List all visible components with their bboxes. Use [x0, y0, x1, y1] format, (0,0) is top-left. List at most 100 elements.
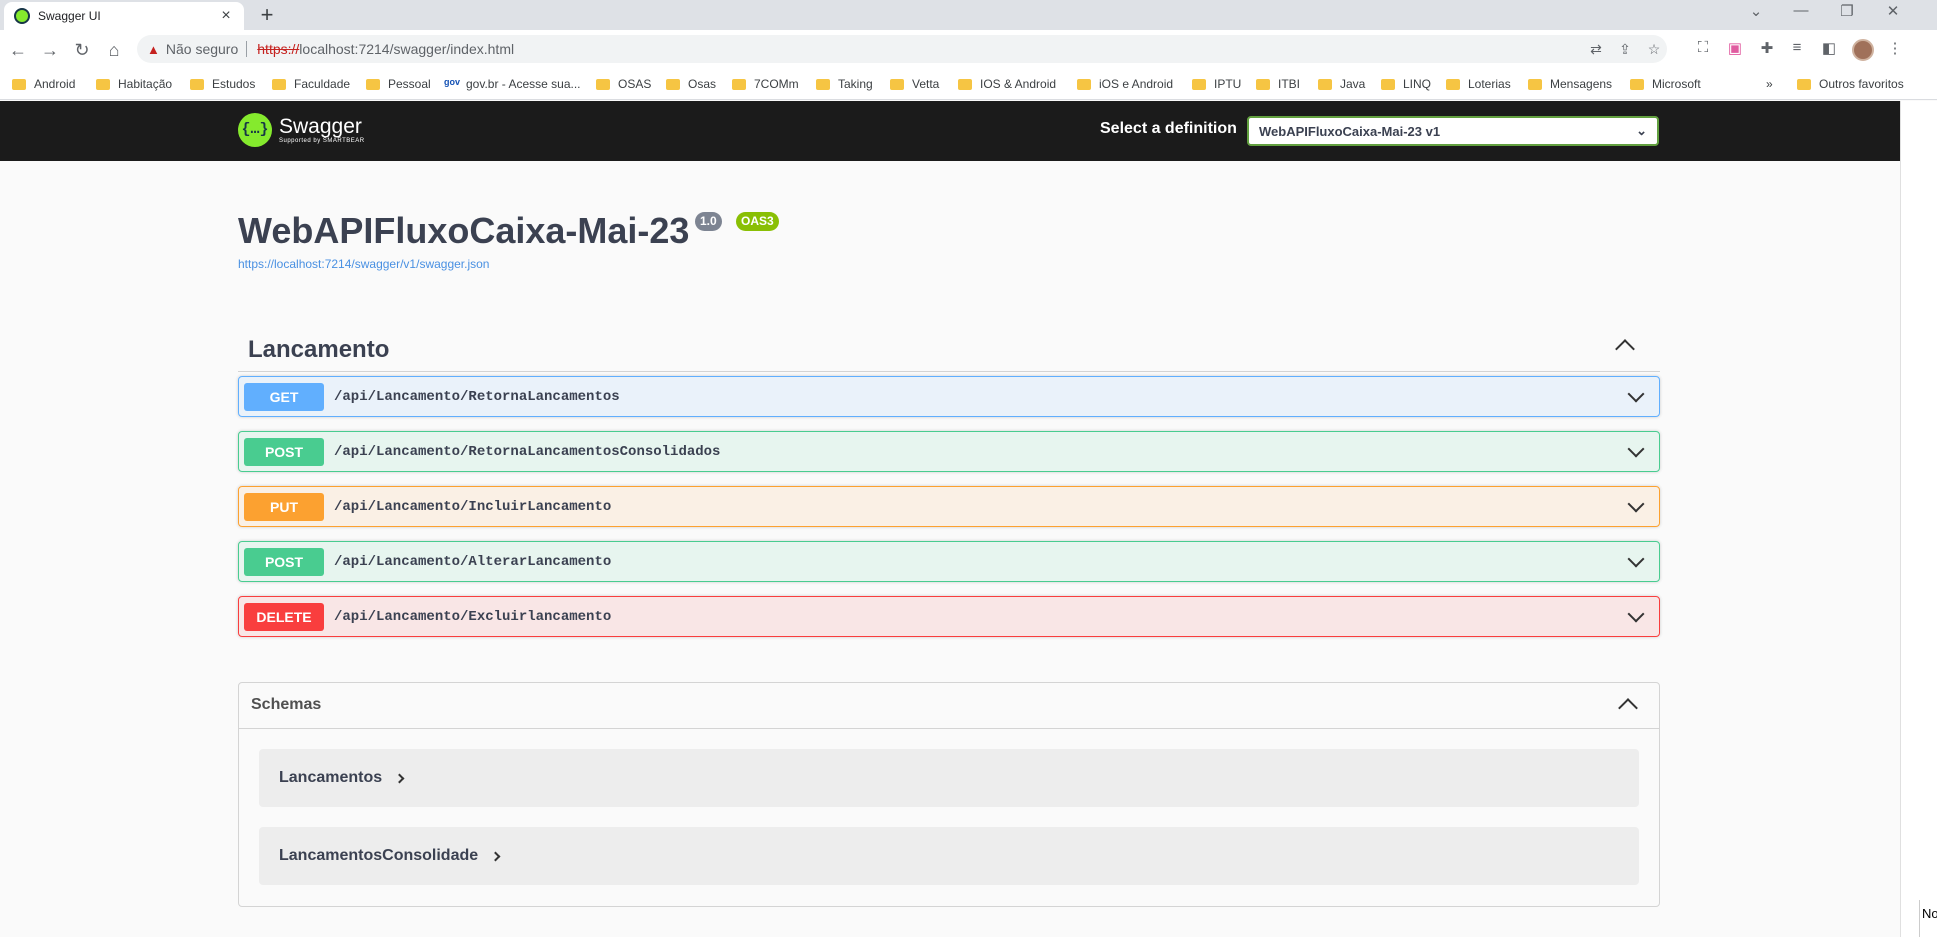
bookmark-label: iOS e Android: [1099, 77, 1174, 91]
bookmarks-bar: Android Habitação Estudos Faculdade Pess…: [0, 70, 1937, 100]
chevron-up-icon[interactable]: [1615, 339, 1635, 359]
bookmark-folder[interactable]: ITBI: [1256, 77, 1300, 91]
close-window-button[interactable]: ✕: [1873, 2, 1913, 20]
operation-get-retorna-lancamentos[interactable]: GET /api/Lancamento/RetornaLancamentos: [238, 376, 1660, 417]
folder-icon: [732, 78, 746, 90]
bookmark-folder[interactable]: Osas: [666, 77, 716, 91]
spec-url-link[interactable]: https://localhost:7214/swagger/v1/swagge…: [238, 257, 489, 271]
side-panel-icon[interactable]: ◧: [1818, 39, 1840, 57]
folder-icon: [12, 78, 26, 90]
bookmark-folder[interactable]: Java: [1318, 77, 1365, 91]
extension-m-icon[interactable]: ▣: [1724, 39, 1746, 57]
schemas-header[interactable]: Schemas: [239, 683, 1659, 729]
bookmark-folder[interactable]: Estudos: [190, 77, 255, 91]
tab-swagger-ui[interactable]: Swagger UI ×: [4, 2, 244, 30]
chevron-down-icon[interactable]: [1627, 550, 1645, 567]
bookmark-folder[interactable]: Vetta: [890, 77, 939, 91]
folder-icon: [890, 78, 904, 90]
folder-icon: [596, 78, 610, 90]
model-lancamentos-consolidade[interactable]: LancamentosConsolidade: [259, 827, 1639, 885]
operation-post-alterar-lancamento[interactable]: POST /api/Lancamento/AlterarLancamento: [238, 541, 1660, 582]
new-tab-button[interactable]: +: [254, 4, 280, 28]
bookmark-folder[interactable]: 7COMm: [732, 77, 799, 91]
bookmark-folder[interactable]: iOS e Android: [1077, 77, 1173, 91]
bookmark-label: Taking: [838, 77, 873, 91]
puzzle-icon[interactable]: ✚: [1756, 39, 1778, 57]
bookmark-folder[interactable]: OSAS: [596, 77, 651, 91]
home-icon[interactable]: ⌂: [102, 38, 126, 62]
star-icon[interactable]: ☆: [1645, 41, 1663, 58]
back-arrow-icon[interactable]: ←: [6, 38, 30, 62]
operation-delete-excluir-lancamento[interactable]: DELETE /api/Lancamento/Excluirlancamento: [238, 596, 1660, 637]
chevron-right-icon[interactable]: [394, 773, 405, 783]
minimize-button[interactable]: —: [1781, 2, 1821, 19]
bookmark-label: LINQ: [1403, 77, 1432, 91]
tab-search-icon[interactable]: ⌄: [1736, 2, 1776, 20]
chevron-down-icon[interactable]: [1627, 495, 1645, 512]
operation-path: /api/Lancamento/RetornaLancamentosConsol…: [334, 443, 721, 460]
bookmark-folder[interactable]: Microsoft: [1630, 77, 1701, 91]
restore-button[interactable]: ❐: [1827, 2, 1867, 20]
folder-icon: [1192, 78, 1206, 90]
folder-icon: [1446, 78, 1460, 90]
avatar[interactable]: [1852, 39, 1874, 61]
page-scrollbar[interactable]: [1900, 101, 1937, 937]
security-label[interactable]: Não seguro: [166, 41, 238, 57]
tab-strip: Swagger UI × + ⌄ — ❐ ✕: [0, 0, 1937, 30]
reload-icon[interactable]: ↻: [70, 38, 94, 62]
folder-icon: [816, 78, 830, 90]
bookmark-label: Vetta: [912, 77, 940, 91]
bookmark-folder[interactable]: Loterias: [1446, 77, 1511, 91]
translate-icon[interactable]: ⇄: [1587, 41, 1605, 58]
bookmark-folder[interactable]: Android: [12, 77, 75, 91]
folder-icon: [272, 78, 286, 90]
swagger-wordmark: Swagger Supported by SMARTBEAR: [279, 116, 365, 145]
swagger-favicon-icon: [14, 8, 30, 24]
folder-icon: [1381, 78, 1395, 90]
bookmark-folder[interactable]: Faculdade: [272, 77, 350, 91]
bookmark-folder[interactable]: Habitação: [96, 77, 172, 91]
bookmark-folder[interactable]: Mensagens: [1528, 77, 1612, 91]
operation-path: /api/Lancamento/AlterarLancamento: [334, 553, 612, 570]
reading-list-icon[interactable]: ≡: [1786, 39, 1808, 56]
forward-arrow-icon[interactable]: →: [38, 38, 62, 62]
bookmark-link[interactable]: gov gov.br - Acesse sua...: [444, 77, 581, 91]
bookmark-folder[interactable]: Taking: [816, 77, 873, 91]
bookmark-label: IPTU: [1214, 77, 1242, 91]
screenshot-icon[interactable]: ⛶: [1692, 39, 1714, 56]
tag-section-header[interactable]: Lancamento: [238, 328, 1660, 372]
chevron-right-icon[interactable]: [490, 851, 501, 861]
gov-br-icon: gov: [444, 77, 461, 87]
share-icon[interactable]: ⇪: [1616, 41, 1634, 58]
chevron-up-icon[interactable]: [1618, 698, 1638, 718]
bookmark-folder[interactable]: Pessoal: [366, 77, 431, 91]
bookmark-label: 7COMm: [754, 77, 799, 91]
operation-path: /api/Lancamento/RetornaLancamentos: [334, 388, 620, 405]
kebab-menu-icon[interactable]: ⋮: [1884, 39, 1906, 57]
bookmark-label: Microsoft: [1652, 77, 1701, 91]
operation-path: /api/Lancamento/IncluirLancamento: [334, 498, 612, 515]
close-icon[interactable]: ×: [218, 7, 234, 25]
bookmark-label: Estudos: [212, 77, 256, 91]
bookmark-label: Loterias: [1468, 77, 1511, 91]
operation-post-retorna-consolidados[interactable]: POST /api/Lancamento/RetornaLancamentosC…: [238, 431, 1660, 472]
folder-icon: [1318, 78, 1332, 90]
swagger-logo[interactable]: {…} Swagger Supported by SMARTBEAR: [238, 113, 365, 147]
chevron-down-icon[interactable]: [1627, 605, 1645, 622]
bookmark-folder[interactable]: IPTU: [1192, 77, 1241, 91]
chevron-down-icon[interactable]: [1627, 440, 1645, 457]
oas-badge: OAS3: [736, 212, 779, 231]
bookmark-folder[interactable]: IOS & Android: [958, 77, 1056, 91]
bookmarks-overflow-button[interactable]: »: [1766, 77, 1773, 91]
operation-path: /api/Lancamento/Excluirlancamento: [334, 608, 612, 625]
chevron-down-icon[interactable]: [1627, 385, 1645, 402]
model-name: Lancamentos: [279, 769, 383, 786]
bookmark-folder[interactable]: LINQ: [1381, 77, 1431, 91]
model-lancamentos[interactable]: Lancamentos: [259, 749, 1639, 807]
definition-select[interactable]: WebAPIFluxoCaixa-Mai-23 v1 ⌄: [1247, 116, 1659, 146]
bookmark-other-folder[interactable]: Outros favoritos: [1797, 77, 1904, 91]
bookmark-label: Android: [34, 77, 76, 91]
bookmark-label: Mensagens: [1550, 77, 1613, 91]
address-bar[interactable]: ▲ Não seguro https:// localhost:7214/swa…: [137, 35, 1667, 63]
operation-put-incluir-lancamento[interactable]: PUT /api/Lancamento/IncluirLancamento: [238, 486, 1660, 527]
